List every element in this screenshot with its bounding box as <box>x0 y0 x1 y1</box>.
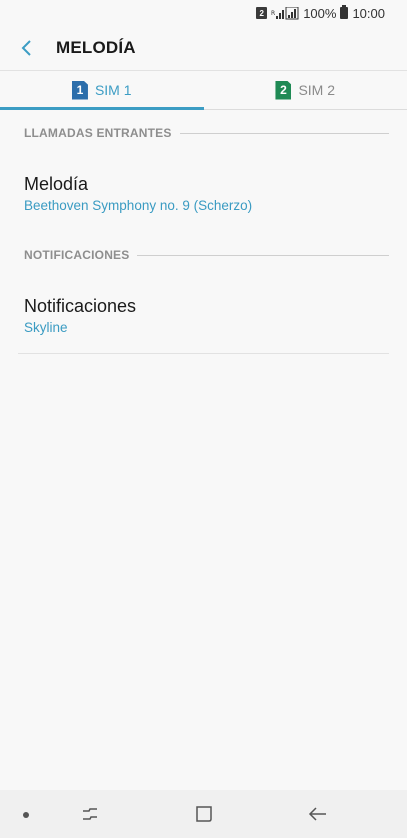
back-arrow-icon <box>21 40 31 56</box>
ringtone-setting[interactable]: Melodía Beethoven Symphony no. 9 (Scherz… <box>0 172 407 215</box>
nav-back-button[interactable] <box>304 802 332 826</box>
nav-dot-icon[interactable] <box>23 812 29 818</box>
home-icon <box>196 806 212 822</box>
section-header-incoming: LLAMADAS ENTRANTES <box>24 126 389 140</box>
notification-sound-setting[interactable]: Notificaciones Skyline <box>0 294 407 337</box>
section-header-label: LLAMADAS ENTRANTES <box>24 126 172 140</box>
clock: 10:00 <box>352 5 385 21</box>
back-icon <box>308 807 326 821</box>
setting-title: Melodía <box>24 174 89 194</box>
tab-sim2[interactable]: 2 SIM 2 <box>204 71 407 109</box>
list-divider <box>18 353 389 354</box>
sim-tabs: 1 SIM 1 2 SIM 2 <box>0 70 407 110</box>
section-divider <box>137 254 389 256</box>
setting-title: Notificaciones <box>24 296 137 316</box>
app-header: MELODÍA <box>0 26 407 70</box>
recent-apps-button[interactable] <box>76 802 104 826</box>
signal-icon: R <box>271 6 299 20</box>
battery-icon <box>340 5 349 19</box>
tab-sim1[interactable]: 1 SIM 1 <box>0 71 204 110</box>
sim2-icon: 2 <box>256 7 268 19</box>
status-bar: 2 R 100% 10:00 <box>0 0 407 26</box>
battery-percent: 100% <box>303 5 337 21</box>
page-title: MELODÍA <box>56 38 136 57</box>
home-button[interactable] <box>190 802 218 826</box>
sim2-icon: 2 <box>275 80 292 100</box>
section-header-notifications: NOTIFICACIONES <box>24 248 389 262</box>
sim1-icon: 1 <box>71 80 88 100</box>
tab-label: SIM 2 <box>298 82 336 98</box>
back-button[interactable] <box>0 26 52 70</box>
setting-value: Skyline <box>24 320 68 335</box>
sim-indicator: 2 <box>256 7 268 19</box>
section-divider <box>179 132 389 134</box>
navigation-bar <box>0 790 407 838</box>
setting-value: Beethoven Symphony no. 9 (Scherzo) <box>24 198 253 213</box>
recent-apps-icon <box>83 808 97 820</box>
svg-text:R: R <box>271 10 275 17</box>
tab-label: SIM 1 <box>94 82 132 98</box>
section-header-label: NOTIFICACIONES <box>24 248 130 262</box>
